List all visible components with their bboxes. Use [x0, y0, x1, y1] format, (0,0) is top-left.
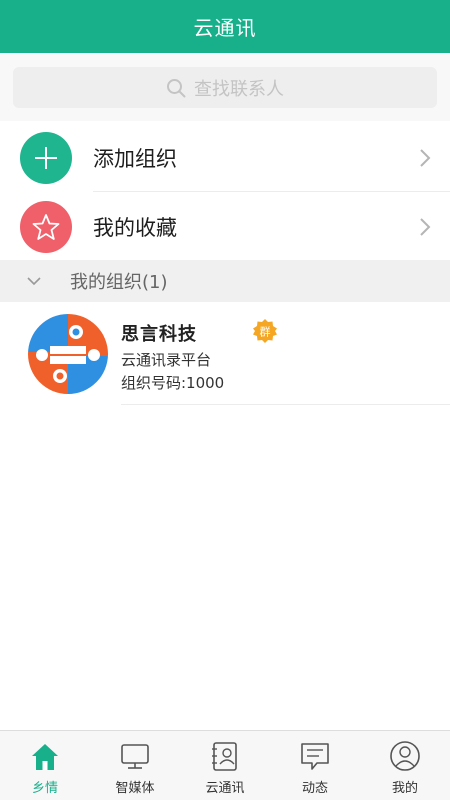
tab-label: 动态	[301, 781, 328, 796]
tab-smart-media[interactable]: 智媒体	[90, 731, 180, 800]
group-header[interactable]: 我的组织(1)	[0, 260, 450, 302]
tv-icon	[121, 744, 149, 769]
search-input[interactable]: 查找联系人	[13, 67, 437, 108]
group-badge-label: 群	[260, 325, 271, 339]
app-screen: 云通讯 查找联系人 添加组织 我的收藏 我的组织(1) 思言科技 群 云通讯录平…	[0, 0, 450, 800]
tab-hometown[interactable]: 乡情	[0, 731, 90, 800]
divider	[121, 404, 450, 405]
chevron-right-icon	[420, 148, 431, 167]
star-icon	[20, 200, 72, 253]
group-title: 我的组织(1)	[70, 272, 168, 293]
tab-label: 我的	[391, 781, 418, 796]
page-title: 云通讯	[193, 16, 257, 40]
search-icon	[167, 78, 186, 97]
tab-cloud-contacts[interactable]: 云通讯	[180, 731, 270, 800]
organization-list-item[interactable]: 思言科技 群 云通讯录平台 组织号码:1000	[0, 302, 450, 406]
home-icon	[32, 744, 58, 770]
organization-logo	[28, 314, 108, 394]
chevron-down-icon	[27, 277, 41, 286]
add-organization-item[interactable]: 添加组织	[0, 123, 450, 192]
tab-label: 云通讯	[205, 781, 245, 796]
user-icon	[390, 741, 420, 771]
group-badge-icon: 群	[252, 318, 278, 344]
my-favorites-label: 我的收藏	[93, 215, 177, 240]
contacts-icon	[212, 742, 237, 771]
search-area: 查找联系人	[0, 53, 450, 121]
organization-number: 组织号码:1000	[121, 374, 225, 392]
tab-updates[interactable]: 动态	[270, 731, 360, 800]
message-icon	[301, 743, 329, 770]
search-placeholder: 查找联系人	[194, 78, 284, 100]
organization-description: 云通讯录平台	[121, 351, 212, 369]
title-bar: 云通讯	[0, 0, 450, 53]
tab-mine[interactable]: 我的	[360, 731, 450, 800]
plus-icon	[20, 131, 72, 184]
organization-name: 思言科技	[121, 324, 197, 345]
chevron-right-icon	[420, 217, 431, 236]
my-favorites-item[interactable]: 我的收藏	[0, 192, 450, 261]
tab-label: 乡情	[31, 781, 58, 796]
tab-label: 智媒体	[115, 781, 155, 796]
add-organization-label: 添加组织	[93, 146, 177, 171]
bottom-tab-bar: 乡情 智媒体 云通讯 动态 我的	[0, 730, 450, 800]
